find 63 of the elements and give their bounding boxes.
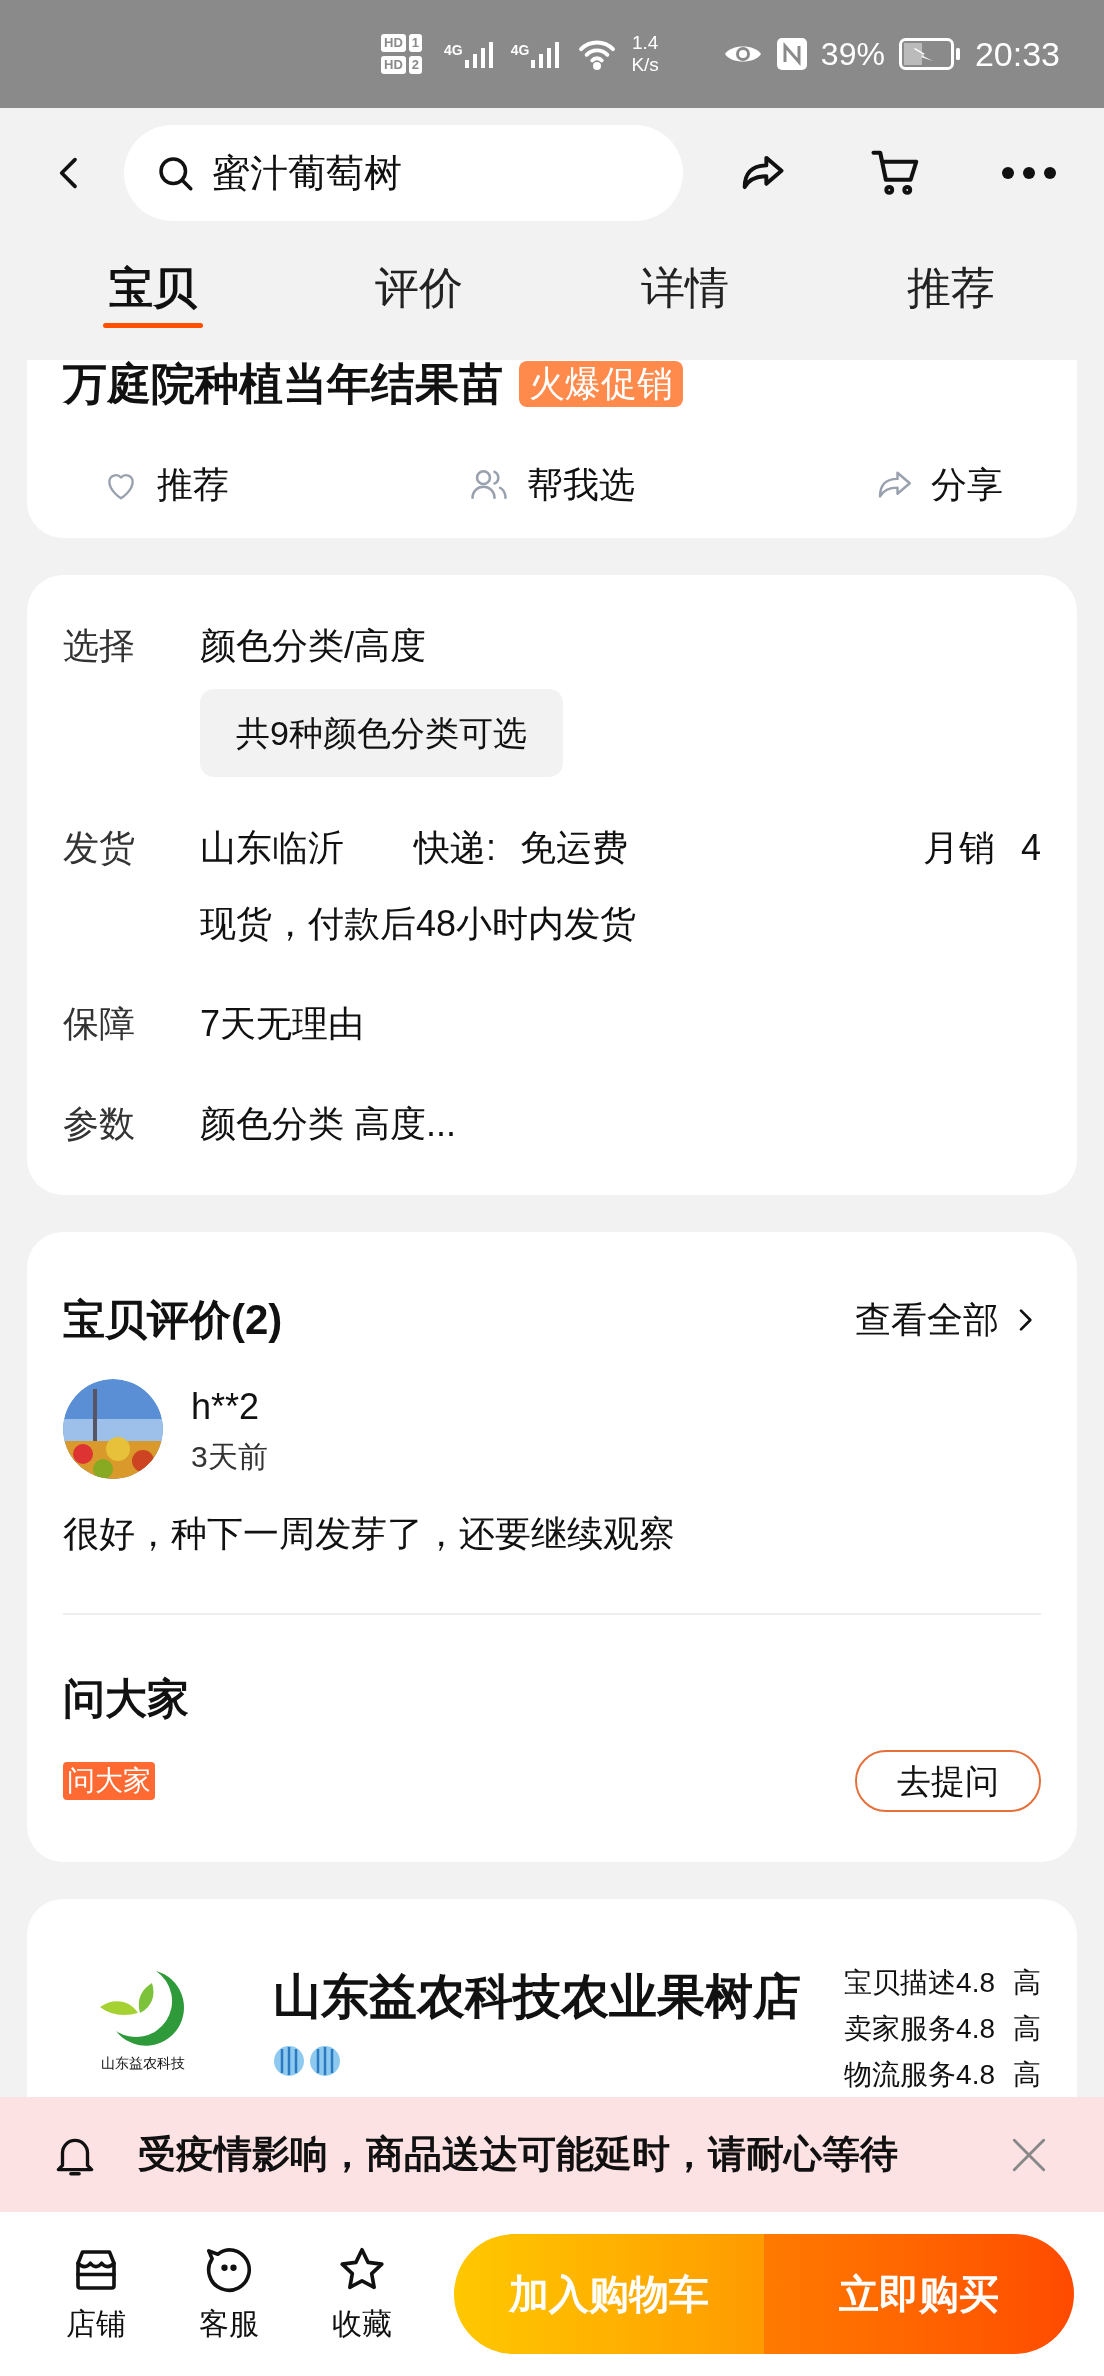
spec-label: 参数 [63,1102,136,1146]
action-button[interactable]: 分享 [873,458,1003,512]
sim-slot: 1 [408,34,423,52]
rating-score: 4.8 [956,2012,995,2046]
rating-score: 4.8 [956,2058,995,2092]
promo-badge: 火爆促销 [519,361,683,407]
tab[interactable]: 详情 [635,238,735,338]
wifi-icon [577,38,618,70]
network-speed: 1.4 [631,32,659,54]
nav-button[interactable]: 收藏 [295,2242,429,2346]
notice-text: 受疫情影响，商品送达可能延时，请耐心等待 [138,2132,898,2177]
ship-origin: 山东临沂 [200,826,344,870]
shipping-fee: 免运费 [520,826,628,870]
clock: 20:33 [974,33,1060,75]
tab[interactable]: 评价 [369,238,469,338]
reviews-title: 宝贝评价(2) [63,1295,283,1345]
network-speed-unit: K/s [631,54,659,76]
rating-level: 高 [1013,1966,1041,2000]
rating-label: 宝贝描述 [844,1966,957,2000]
spec-value: 颜色分类 高度... [200,1102,456,1146]
rating-level: 高 [1013,2012,1041,2046]
rating-label: 卖家服务 [844,2012,957,2046]
network-type: 4G [510,41,530,60]
action-button[interactable]: 帮我选 [467,458,635,512]
rating-score: 4.8 [956,1966,995,2000]
ask-question-button[interactable]: 去提问 [855,1750,1041,1812]
spec-value: 7天无理由 [200,1002,365,1046]
search-field[interactable]: 蜜汁葡萄树 [211,144,654,202]
network-type: 4G [444,41,463,60]
store-logo-text: 山东益农科技 [101,2054,185,2073]
action-button[interactable]: 推荐 [101,458,229,512]
sales-label: 月销 [922,826,995,870]
rating-label: 物流服务 [844,2058,957,2092]
shipping-note: 现货，付款后48小时内发货 [200,902,638,946]
nfc-icon [776,38,807,70]
tab[interactable]: 推荐 [901,238,1001,338]
spec-value: 颜色分类/高度 [200,624,426,668]
sim-label: HD [381,56,406,74]
sim-label: HD [381,34,406,52]
spec-label: 选择 [63,624,136,668]
sim-slot: 2 [408,56,423,74]
store-name: 山东益农科技农业果树店 [273,1969,802,2025]
crown-icon [309,2045,341,2077]
spec-label: 发货 [63,826,136,870]
tab[interactable]: 宝贝 [103,238,203,338]
battery-percent: 39% [820,35,885,74]
variant-chip[interactable]: 共9种颜色分类可选 [200,689,563,777]
nav-button[interactable]: 店铺 [30,2242,163,2346]
review-text: 很好，种下一周发芽了，还要继续观察 [63,1512,676,1556]
review-time: 3天前 [191,1438,268,1475]
ask-title: 问大家 [63,1674,190,1724]
nav-button[interactable]: 客服 [162,2242,296,2346]
rating-level: 高 [1013,2058,1041,2092]
battery-charging-icon [898,38,961,70]
spec-label: 保障 [63,1002,136,1046]
sales-count: 4 [1020,826,1041,870]
ask-tag: 问大家 [63,1762,155,1800]
view-all-link[interactable]: 查看全部 [855,1292,1041,1347]
search-bar[interactable]: 蜜汁葡萄树 [123,125,684,221]
express-label: 快递: [414,826,496,870]
crown-icon [273,2045,305,2077]
reviewer-name: h**2 [191,1384,261,1429]
product-title: 万庭院种植当年结果苗 [63,360,503,410]
